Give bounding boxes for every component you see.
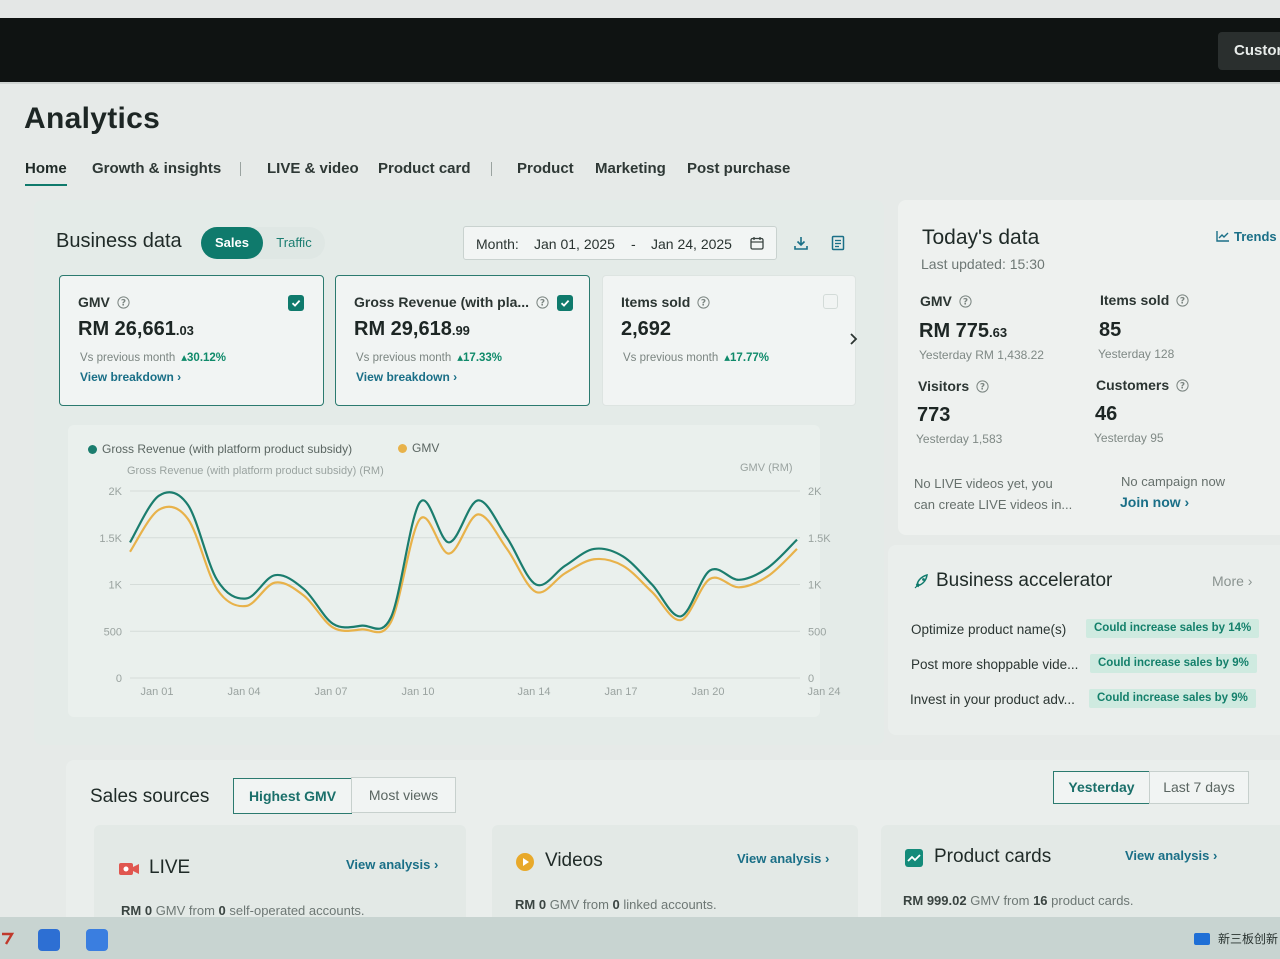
join-now-link[interactable]: Join now ›	[1120, 494, 1189, 510]
today-items-value: 85	[1099, 319, 1122, 341]
source-desc-videos: RM 0 GMV from 0 linked accounts.	[515, 897, 717, 912]
last-updated: Last updated: 15:30	[921, 256, 1045, 272]
svg-text:?: ?	[1180, 382, 1185, 392]
x-tick-label: Jan 04	[227, 686, 260, 698]
more-link[interactable]: More ›	[1212, 573, 1252, 589]
help-icon[interactable]: ?	[1176, 379, 1189, 392]
accelerator-item[interactable]: Post more shoppable vide...	[911, 657, 1078, 672]
office-app-icon[interactable]	[86, 929, 108, 951]
accelerator-badge: Could increase sales by 9%	[1090, 654, 1257, 673]
today-items-label: Items sold ?	[1100, 292, 1189, 308]
x-tick-label: Jan 10	[401, 686, 434, 698]
tray-app-icon[interactable]	[1193, 933, 1210, 945]
live-icon	[119, 863, 139, 875]
accelerator-badge: Could increase sales by 9%	[1089, 689, 1256, 708]
today-customers-yesterday: Yesterday 95	[1094, 431, 1164, 445]
video-play-icon	[516, 853, 534, 871]
today-gmv-yesterday: Yesterday RM 1,438.22	[919, 348, 1044, 362]
browser-app-icon[interactable]	[38, 929, 60, 951]
last-7-days-button[interactable]: Last 7 days	[1149, 771, 1249, 804]
trends-link[interactable]: Trends	[1216, 229, 1277, 244]
accelerator-item[interactable]: Invest in your product adv...	[910, 692, 1075, 707]
gross-revenue-series-line	[129, 491, 798, 630]
view-analysis-link[interactable]: View analysis ›	[346, 857, 438, 872]
accelerator-item[interactable]: Optimize product name(s)	[911, 622, 1066, 637]
product-card-icon	[905, 849, 923, 867]
live-note: No LIVE videos yet, you can create LIVE v…	[914, 476, 1073, 512]
help-icon[interactable]: ?	[1176, 294, 1189, 307]
today-customers-value: 46	[1095, 403, 1118, 425]
view-analysis-link[interactable]: View analysis ›	[737, 851, 829, 866]
y-tick-right: 2K	[808, 486, 822, 498]
most-views-button[interactable]: Most views	[351, 777, 456, 813]
app-shortcut-icon[interactable]	[0, 931, 16, 947]
todays-data-title: Today's data	[922, 226, 1040, 249]
y-tick-left: 2K	[109, 486, 123, 498]
source-title-live: LIVE	[149, 857, 191, 878]
x-tick-label: Jan 01	[140, 686, 173, 698]
source-desc-live: RM 0 GMV from 0 self-operated accounts.	[121, 903, 365, 918]
yesterday-button[interactable]: Yesterday	[1053, 771, 1150, 804]
os-taskbar: 新三板创新	[0, 917, 1280, 959]
business-accelerator-title: Business accelerator	[936, 570, 1113, 591]
y-tick-right: 1K	[808, 580, 822, 592]
highest-gmv-button[interactable]: Highest GMV	[233, 778, 352, 814]
x-tick-label: Jan 20	[691, 686, 724, 698]
y-tick-left: 0	[116, 673, 122, 685]
trend-chart-icon	[1216, 231, 1229, 242]
today-gmv-label: GMV ?	[920, 293, 972, 309]
rocket-icon	[914, 573, 928, 589]
y-tick-right: 0	[808, 673, 814, 685]
x-tick-label: Jan 24	[807, 686, 840, 698]
sales-sources-title: Sales sources	[90, 786, 210, 807]
svg-text:?: ?	[1180, 297, 1185, 307]
x-tick-label: Jan 07	[314, 686, 347, 698]
y-tick-right: 1.5K	[808, 533, 831, 545]
today-items-yesterday: Yesterday 128	[1098, 347, 1175, 361]
system-tray[interactable]: 新三板创新	[1193, 930, 1278, 947]
today-customers-label: Customers ?	[1096, 377, 1189, 393]
help-icon[interactable]: ?	[976, 380, 989, 393]
x-tick-label: Jan 17	[604, 686, 637, 698]
y-tick-right: 500	[808, 626, 826, 638]
today-visitors-yesterday: Yesterday 1,583	[916, 432, 1003, 446]
today-visitors-label: Visitors ?	[918, 378, 989, 394]
help-icon[interactable]: ?	[959, 295, 972, 308]
x-tick-label: Jan 14	[517, 686, 550, 698]
source-title-videos: Videos	[545, 850, 603, 871]
y-tick-left: 1K	[109, 580, 123, 592]
gmv-series-line	[129, 505, 798, 634]
y-tick-left: 1.5K	[99, 533, 122, 545]
accelerator-badge: Could increase sales by 14%	[1086, 619, 1260, 638]
today-visitors-value: 773	[917, 404, 951, 426]
today-gmv-value: RM 775.63	[919, 320, 1008, 342]
svg-text:?: ?	[980, 383, 985, 393]
y-tick-left: 500	[104, 626, 122, 638]
source-title-product-cards: Product cards	[934, 846, 1052, 867]
view-analysis-link[interactable]: View analysis ›	[1125, 848, 1217, 863]
source-desc-product-cards: RM 999.02 GMV from 16 product cards.	[903, 893, 1134, 908]
campaign-note: No campaign now	[1121, 474, 1226, 489]
svg-text:?: ?	[963, 298, 968, 308]
